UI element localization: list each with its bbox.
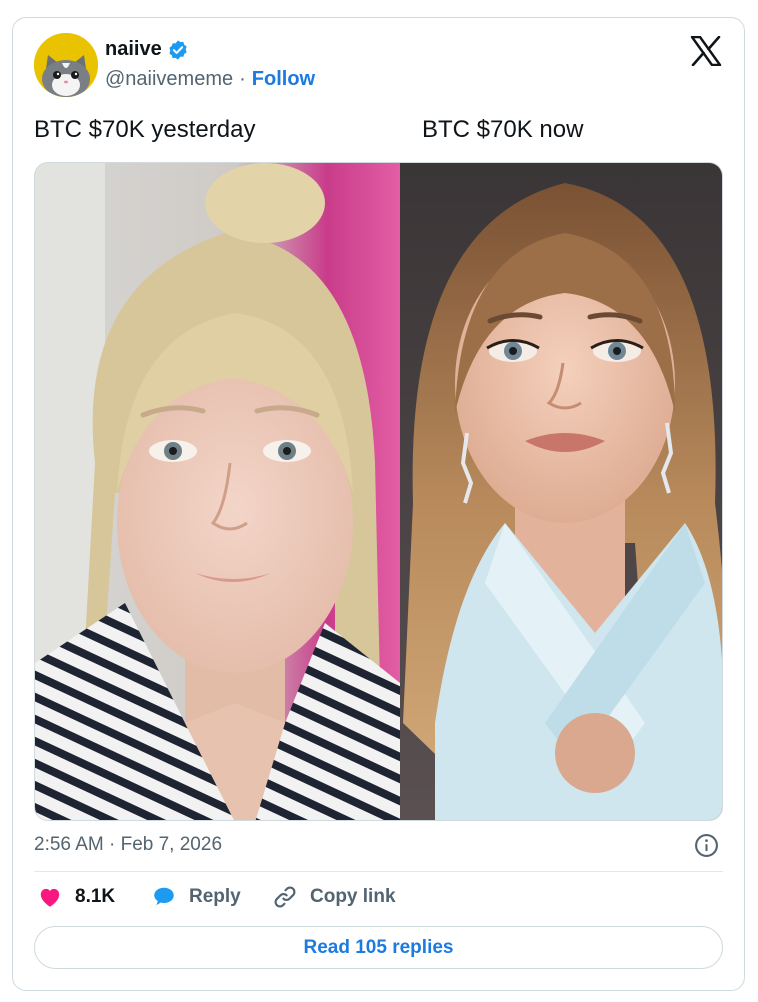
tweet-text-left: BTC $70K yesterday — [34, 116, 256, 143]
avatar[interactable] — [34, 33, 98, 97]
display-name[interactable]: naiive — [105, 38, 162, 61]
info-icon[interactable] — [694, 833, 719, 858]
like-button[interactable]: 8.1K — [37, 884, 115, 910]
tweet-media[interactable] — [34, 162, 723, 821]
tweet-timestamp[interactable]: 2:56 AM · Feb 7, 2026 — [34, 834, 222, 856]
read-replies-button[interactable]: Read 105 replies — [34, 926, 723, 969]
tweet-text: BTC $70K yesterday BTC $70K now — [34, 116, 724, 148]
reply-bubble-icon — [154, 887, 174, 906]
copy-link-button[interactable]: Copy link — [272, 884, 396, 910]
follow-button[interactable]: Follow — [252, 68, 315, 91]
photo-no-makeup-striped-shirt — [35, 163, 400, 820]
heart-icon — [40, 888, 60, 907]
divider — [34, 871, 723, 872]
author-handle[interactable]: @naiivememe — [105, 68, 233, 91]
separator-dot: · — [239, 68, 246, 90]
tweet-text-right: BTC $70K now — [422, 116, 584, 143]
like-count: 8.1K — [75, 886, 116, 907]
cat-avatar-icon — [34, 33, 98, 97]
reply-button[interactable]: Reply — [151, 884, 241, 910]
reply-label: Reply — [189, 886, 241, 907]
link-icon — [274, 886, 296, 908]
x-logo-icon[interactable] — [690, 36, 722, 66]
photo-glam-light-blue-dress — [400, 163, 722, 820]
copy-link-label: Copy link — [310, 886, 396, 907]
verified-badge-icon — [169, 39, 187, 60]
author-handle-row: @naiivememe · Follow — [105, 68, 315, 91]
author-name-row[interactable]: naiive — [105, 38, 189, 61]
